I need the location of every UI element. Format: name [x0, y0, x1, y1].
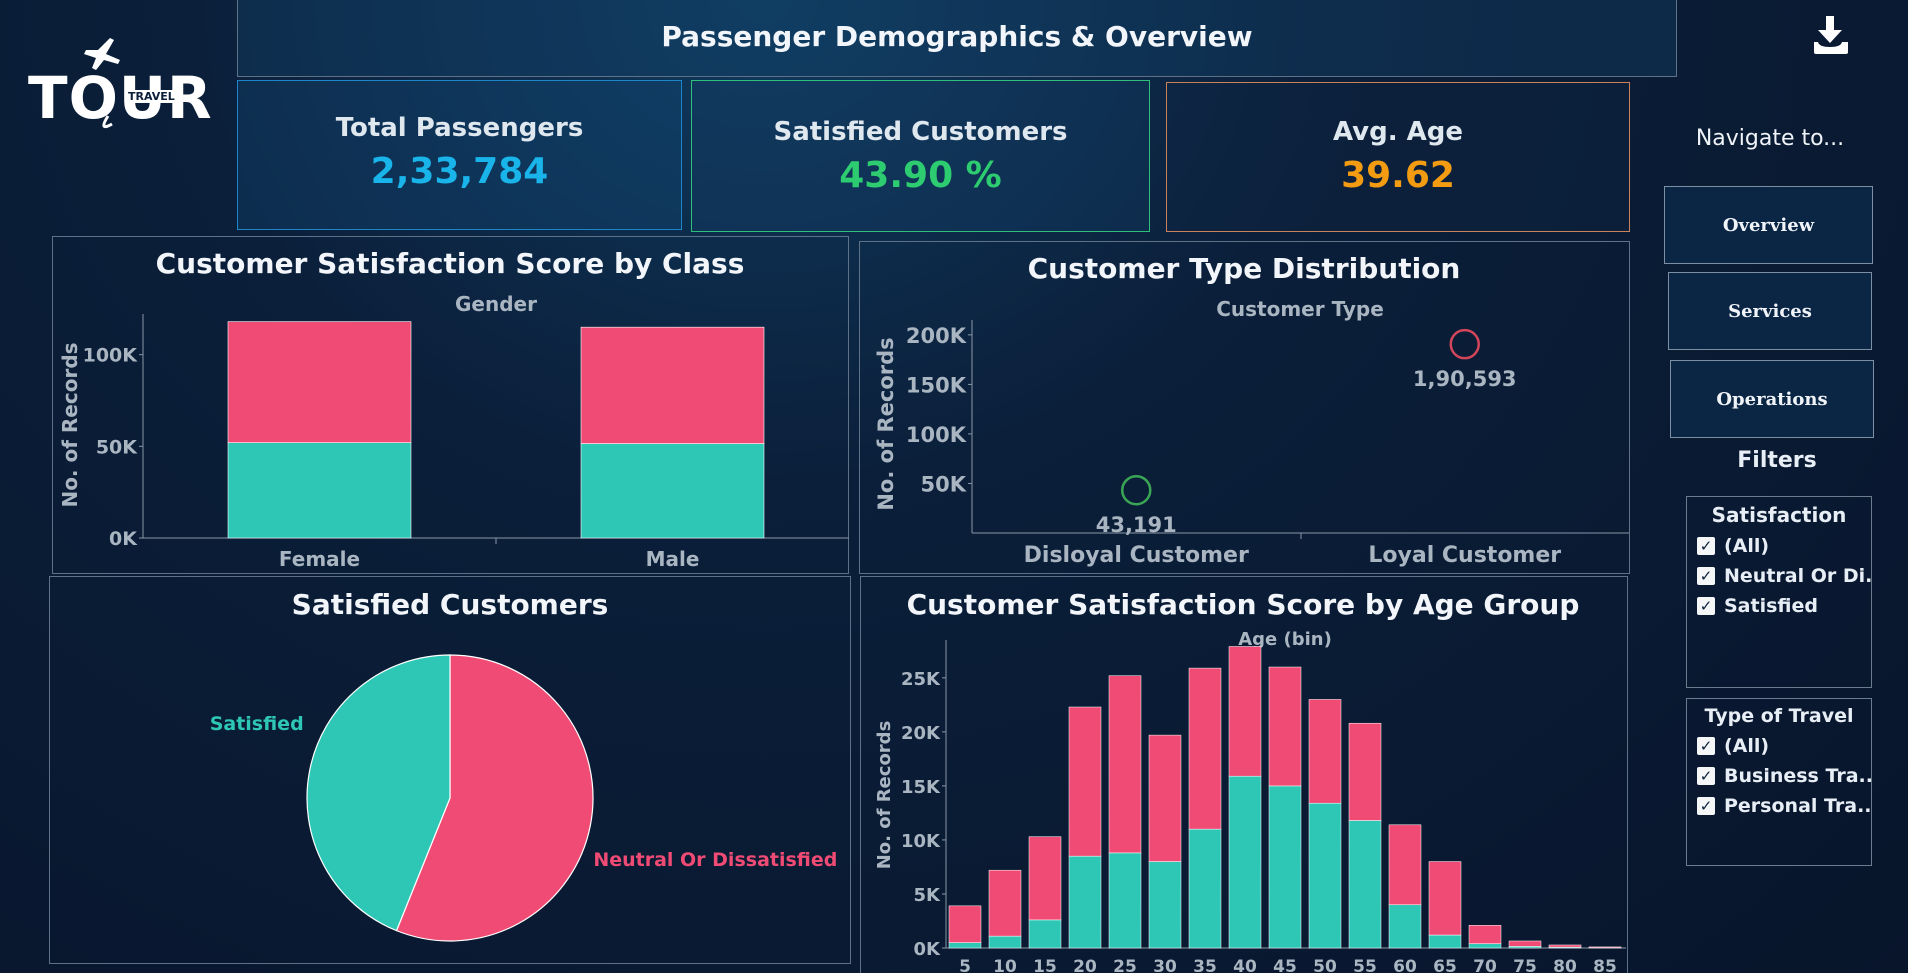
chart-panel-age: [860, 576, 1628, 973]
page-title: Passenger Demographics & Overview: [661, 20, 1253, 53]
filter-option-label: Personal Tra...: [1724, 795, 1871, 817]
filter-option-label: (All): [1724, 535, 1770, 557]
filter-type-of-travel: Type of Travel ✓ (All) ✓ Business Tra...…: [1686, 698, 1872, 866]
nav-operations-button[interactable]: Operations: [1670, 360, 1874, 438]
chart-panel-customer-type: [859, 241, 1630, 574]
checkbox-checked-icon[interactable]: ✓: [1697, 567, 1715, 585]
checkbox-checked-icon[interactable]: ✓: [1697, 537, 1715, 555]
kpi-value: 43.90 %: [839, 155, 1002, 196]
kpi-value: 39.62: [1341, 155, 1455, 196]
filter-option[interactable]: ✓ Satisfied: [1697, 595, 1871, 617]
checkbox-checked-icon[interactable]: ✓: [1697, 737, 1715, 755]
checkbox-checked-icon[interactable]: ✓: [1697, 597, 1715, 615]
nav-services-button[interactable]: Services: [1668, 272, 1872, 350]
filter-title: Type of Travel: [1704, 705, 1854, 727]
filter-option[interactable]: ✓ Business Tra...: [1697, 765, 1871, 787]
kpi-total-passengers: Total Passengers 2,33,784: [237, 80, 682, 230]
kpi-label: Avg. Age: [1332, 117, 1464, 147]
checkbox-checked-icon[interactable]: ✓: [1697, 797, 1715, 815]
logo: TOUR TRAVEL: [28, 36, 212, 132]
logo-subtext: TRAVEL: [125, 90, 178, 103]
download-icon[interactable]: [1812, 14, 1852, 56]
chart-panel-pie: [49, 576, 851, 964]
filter-title: Satisfaction: [1711, 503, 1847, 527]
kpi-avg-age: Avg. Age 39.62: [1166, 82, 1630, 232]
filter-option-label: Neutral Or Di...: [1724, 565, 1871, 587]
filter-option[interactable]: ✓ (All): [1697, 735, 1871, 757]
filter-option-label: (All): [1724, 735, 1770, 757]
kpi-value: 2,33,784: [370, 151, 549, 192]
kpi-satisfied-customers: Satisfied Customers 43.90 %: [691, 80, 1150, 232]
filters-title: Filters: [1737, 448, 1817, 473]
header-bar: Passenger Demographics & Overview: [237, 0, 1677, 77]
kpi-label: Total Passengers: [335, 113, 584, 143]
filter-option[interactable]: ✓ (All): [1697, 535, 1871, 557]
logo-text: TOUR: [28, 64, 213, 132]
filter-option[interactable]: ✓ Neutral Or Di...: [1697, 565, 1871, 587]
chart-panel-class: [52, 236, 849, 574]
nav-overview-button[interactable]: Overview: [1664, 186, 1873, 264]
kpi-label: Satisfied Customers: [773, 117, 1068, 147]
filter-option[interactable]: ✓ Personal Tra...: [1697, 795, 1871, 817]
nav-title: Navigate to...: [1695, 126, 1845, 151]
checkbox-checked-icon[interactable]: ✓: [1697, 767, 1715, 785]
filter-option-label: Business Tra...: [1724, 765, 1871, 787]
filter-satisfaction: Satisfaction ✓ (All) ✓ Neutral Or Di... …: [1686, 496, 1872, 688]
filter-option-label: Satisfied: [1724, 595, 1818, 617]
